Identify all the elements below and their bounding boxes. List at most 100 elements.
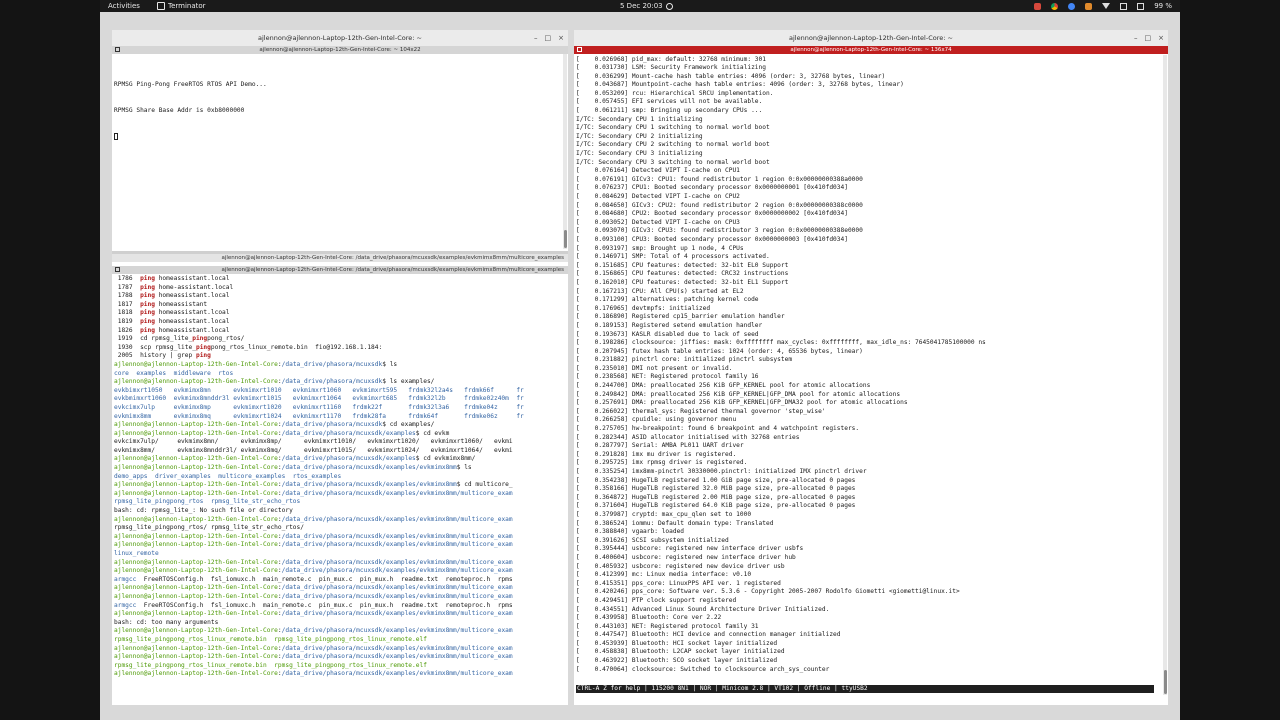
terminal-text-segment: 1788 xyxy=(114,292,141,300)
terminal-line: rpmsg_lite_pingpong_rtos_linux_remote.bi… xyxy=(114,662,560,671)
terminal-line: 1787 ping home-assistant.local xyxy=(114,284,560,293)
boot-log-line: I/TC: Secondary CPU 1 initializing xyxy=(576,115,703,123)
terminal-text-segment: rpmsg_lite_pingpong_rtos rpmsg_lite_str_… xyxy=(114,498,301,506)
boot-log-line: [ 0.084680] CPU2: Booted secondary proce… xyxy=(576,210,848,218)
bluetooth-app-icon[interactable] xyxy=(1068,2,1076,10)
terminal-line: linux_remote xyxy=(114,550,560,559)
top-pane-scrollbar[interactable] xyxy=(563,54,567,249)
boot-log-line: [ 0.388840] vgaarb: loaded xyxy=(576,528,685,536)
maximize-icon[interactable]: □ xyxy=(545,30,552,46)
clock-text: 5 Dec 20:03 xyxy=(620,2,663,10)
terminal-text-segment: 2005 history | grep xyxy=(114,352,196,360)
left-window-titlebar[interactable]: ajlennon@ajlennon-Laptop-12th-Gen-Intel-… xyxy=(112,30,568,46)
terminal-text-segment: /data_drive/phasora/mcuxsdk/examples xyxy=(281,429,416,437)
activities-button[interactable]: Activities xyxy=(108,0,140,12)
battery-percent: 99 % xyxy=(1154,2,1172,10)
terminal-text-segment: /data_drive/phasora/mcuxsdk/examples/evk… xyxy=(281,541,513,549)
terminal-text-segment: home-assistant.local xyxy=(154,283,234,291)
boot-log-line: [ 0.447547] Bluetooth: HCI device and co… xyxy=(576,631,841,639)
boot-log-line: [ 0.412399] mc: Linux media interface: v… xyxy=(576,571,752,579)
right-window-titlebar[interactable]: ajlennon@ajlennon-Laptop-12th-Gen-Intel-… xyxy=(574,30,1168,46)
right-pane-scrollbar[interactable] xyxy=(1163,55,1167,695)
split-icon[interactable] xyxy=(115,267,120,272)
app-menu[interactable]: Terminator xyxy=(157,0,206,12)
boot-log-line: I/TC: Secondary CPU 3 switching to norma… xyxy=(576,158,770,166)
terminal-text-segment: ajlennon@ajlennon-Laptop-12th-Gen-Intel-… xyxy=(114,610,278,618)
terminal-line: ajlennon@ajlennon-Laptop-12th-Gen-Intel-… xyxy=(114,361,560,370)
boot-log-line: I/TC: Secondary CPU 2 switching to norma… xyxy=(576,141,770,149)
terminal-text-segment: ping xyxy=(195,343,211,351)
boot-log-line: [ 0.364872] HugeTLB registered 2.00 MiB … xyxy=(576,493,856,501)
clock[interactable]: 5 Dec 20:03 xyxy=(620,0,673,12)
terminal-text-segment: 1919 cd rpmsg_lite_ xyxy=(114,335,193,343)
right-window-title: ajlennon@ajlennon-Laptop-12th-Gen-Intel-… xyxy=(789,34,953,42)
terminal-text-segment: /data_drive/phasora/mcuxsdk/examples/evk… xyxy=(281,610,513,618)
boot-log-line: [ 0.036299] Mount-cache hash table entri… xyxy=(576,72,886,80)
terminal-text-segment: pong_rtos_linux_remote.bin fio@192.168.1… xyxy=(210,343,383,351)
split-icon[interactable] xyxy=(115,47,120,52)
close-icon[interactable]: × xyxy=(558,30,564,46)
terminal-text-segment: /data_drive/phasora/mcuxsdk/examples/evk… xyxy=(281,464,457,472)
bottom-pane-header: ajlennon@ajlennon-Laptop-12th-Gen-Intel-… xyxy=(112,254,568,262)
top-pane-titlebar[interactable]: ajlennon@ajlennon-Laptop-12th-Gen-Intel-… xyxy=(112,46,568,54)
minimize-icon[interactable]: – xyxy=(1134,30,1138,46)
terminal-text-segment: 1818 xyxy=(114,309,141,317)
system-tray: 99 % xyxy=(1034,0,1172,12)
close-icon[interactable]: × xyxy=(1158,30,1164,46)
bottom-pane-terminal[interactable]: 1786 ping homeassistant.local 1787 ping … xyxy=(114,275,560,705)
volume-icon[interactable] xyxy=(1120,2,1128,10)
boot-log-line: [ 0.244700] DMA: preallocated 256 KiB GF… xyxy=(576,382,871,390)
boot-log-line: [ 0.400604] usbcore: registered new inte… xyxy=(576,553,796,561)
boot-log-line: [ 0.171299] alternatives: patching kerne… xyxy=(576,296,759,304)
boot-log-line: [ 0.167213] CPU: All CPU(s) started at E… xyxy=(576,287,744,295)
bottom-pane-title: ajlennon@ajlennon-Laptop-12th-Gen-Intel-… xyxy=(221,267,565,273)
terminal-text-segment: ajlennon@ajlennon-Laptop-12th-Gen-Intel-… xyxy=(114,481,278,489)
terminal-line: ajlennon@ajlennon-Laptop-12th-Gen-Intel-… xyxy=(114,559,560,568)
terminal-text-segment: /data_drive/phasora/mcuxsdk/examples/evk… xyxy=(281,489,513,497)
battery-icon[interactable] xyxy=(1137,2,1145,10)
terminal-line: ajlennon@ajlennon-Laptop-12th-Gen-Intel-… xyxy=(114,627,560,636)
terminal-text-segment: ajlennon@ajlennon-Laptop-12th-Gen-Intel-… xyxy=(114,644,278,652)
boot-log-line: [ 0.053209] rcu: Hierarchical SRCU imple… xyxy=(576,89,774,97)
top-pane-terminal[interactable]: RPMSG Ping-Pong FreeRTOS RTOS API Demo..… xyxy=(114,64,560,244)
terminal-text-segment: $ cd evkmimx8mm/ xyxy=(415,455,476,463)
boot-log-line: [ 0.146971] SMP: Total of 4 processors a… xyxy=(576,253,770,261)
terminal-line: rpmsg_lite_pingpong_rtos rpmsg_lite_str_… xyxy=(114,498,560,507)
maximize-icon[interactable]: □ xyxy=(1145,30,1152,46)
boot-log-line: [ 0.335254] imx8mm-pinctrl 30330000.pinc… xyxy=(576,468,867,475)
terminal-text-segment: 1930 scp rpmsg_lite_ xyxy=(114,343,196,351)
wifi-icon[interactable] xyxy=(1102,3,1111,9)
split-icon[interactable] xyxy=(577,47,582,52)
boot-log-line: [ 0.093052] Detected VIPT I-cache on CPU… xyxy=(576,218,740,226)
terminal-text-segment: homeassistant.local xyxy=(154,317,230,325)
terminal-line: 1786 ping homeassistant.local xyxy=(114,275,560,284)
terminal-text-segment: /data_drive/phasora/mcuxsdk/examples/evk… xyxy=(281,584,513,592)
boot-log-line: I/TC: Secondary CPU 1 switching to norma… xyxy=(576,124,770,132)
boot-log-line: [ 0.093100] CPU3: Booted secondary proce… xyxy=(576,235,848,243)
recording-indicator-icon[interactable] xyxy=(1034,2,1042,10)
terminal-text-segment: core examples middleware rtos xyxy=(114,369,234,377)
boot-log-line: [ 0.076237] CPU1: Booted secondary proce… xyxy=(576,184,848,192)
bottom-pane-titlebar[interactable]: ajlennon@ajlennon-Laptop-12th-Gen-Intel-… xyxy=(112,266,568,274)
terminal-text-segment: /data_drive/phasora/mcuxsdk/examples/evk… xyxy=(281,567,513,575)
minimize-icon[interactable]: – xyxy=(534,30,538,46)
right-pane-scroll-thumb[interactable] xyxy=(1164,670,1167,694)
boot-log-line: [ 0.186890] Registered cp15_barrier emul… xyxy=(576,313,785,321)
boot-log-line: [ 0.439958] Bluetooth: Core ver 2.22 xyxy=(576,614,722,622)
boot-log-line: [ 0.162010] CPU features: detected: 32-b… xyxy=(576,278,789,286)
terminal-text-segment: ping xyxy=(140,309,155,317)
do-not-disturb-icon xyxy=(665,2,673,10)
terminal-text-segment: $ ls xyxy=(382,360,398,368)
notification-app-icon[interactable] xyxy=(1085,2,1093,10)
chrome-icon[interactable] xyxy=(1051,2,1059,10)
minicom-terminal[interactable]: [ 0.026968] pid_max: default: 32768 mini… xyxy=(576,56,1156,688)
top-pane-scroll-thumb[interactable] xyxy=(564,230,567,248)
terminal-text-segment: homeassistant.local xyxy=(154,275,230,282)
terminal-text-segment: ajlennon@ajlennon-Laptop-12th-Gen-Intel-… xyxy=(114,532,278,540)
right-pane-titlebar[interactable]: ajlennon@ajlennon-Laptop-12th-Gen-Intel-… xyxy=(574,46,1168,54)
terminal-text-segment: ajlennon@ajlennon-Laptop-12th-Gen-Intel-… xyxy=(114,515,278,523)
terminal-line: ajlennon@ajlennon-Laptop-12th-Gen-Intel-… xyxy=(114,593,560,602)
terminal-text-segment: $ cd evkm xyxy=(415,429,450,437)
boot-log-line: [ 0.249842] DMA: preallocated 256 KiB GF… xyxy=(576,390,901,398)
terminal-cursor xyxy=(114,132,118,140)
